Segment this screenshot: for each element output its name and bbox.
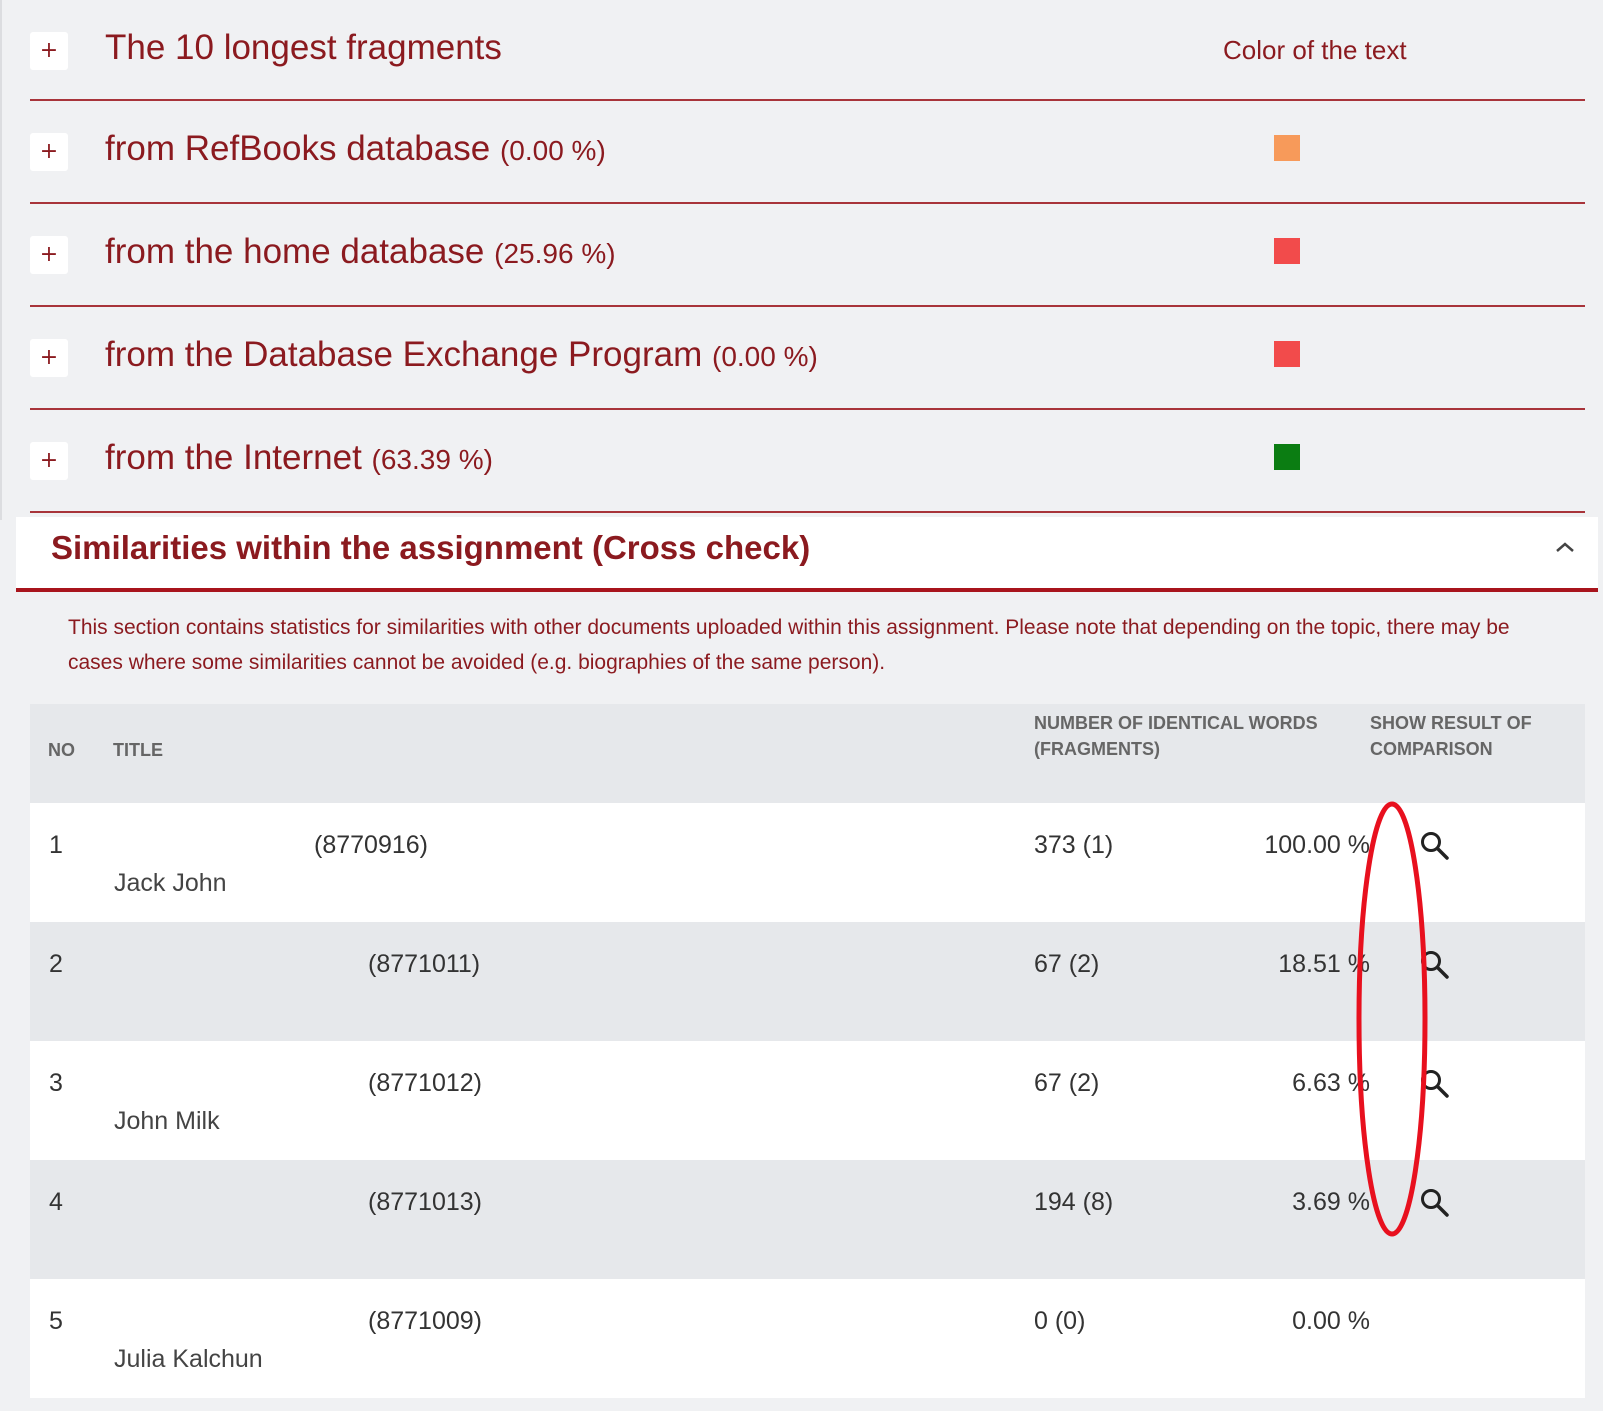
document-id: (8771011) xyxy=(368,950,481,978)
identical-words-count: 67 (2) xyxy=(1034,1069,1100,1097)
chevron-up-icon[interactable] xyxy=(1554,535,1576,560)
document-id: (8771009) xyxy=(368,1307,482,1335)
longest-fragments-title[interactable]: The 10 longest fragments xyxy=(105,28,502,68)
column-header-no: NO xyxy=(48,740,75,760)
fragments-header-row: + The 10 longest fragments Color of the … xyxy=(30,0,1585,101)
expand-exchange-program-button[interactable]: + xyxy=(30,339,68,377)
expand-longest-fragments-button[interactable]: + xyxy=(30,32,68,70)
fragment-source-percent: (63.39 %) xyxy=(371,444,493,475)
fragment-source-name: from the Database Exchange Program xyxy=(105,335,703,374)
fragment-source-name: from the home database xyxy=(105,232,485,271)
column-header-show-result: SHOW RESULT OF COMPARISON xyxy=(1370,713,1532,759)
identical-words-count: 0 (0) xyxy=(1034,1307,1086,1335)
fragment-source-percent: (0.00 %) xyxy=(499,135,606,166)
fragment-source-percent: (0.00 %) xyxy=(712,341,818,372)
expand-home-database-button[interactable]: + xyxy=(30,236,68,274)
magnifier-search-icon[interactable] xyxy=(1418,1186,1452,1220)
fragment-source-label[interactable]: from the home database (25.96 %) xyxy=(105,232,616,272)
cross-check-title: Similarities within the assignment (Cros… xyxy=(51,529,811,566)
fragment-source-row-refbooks: + from RefBooks database (0.00 %) xyxy=(30,101,1585,204)
document-id: (8771012) xyxy=(368,1069,482,1097)
cross-check-table: NO TITLE NUMBER OF IDENTICAL WORDS (FRAG… xyxy=(30,704,1585,1398)
document-id: (8770916) xyxy=(314,831,428,859)
table-row: 2 (8771011) 67 (2) 18.51 % xyxy=(30,922,1585,1041)
similarity-percent: 3.69 % xyxy=(1292,1188,1370,1216)
color-swatch xyxy=(1274,135,1300,161)
magnifier-search-icon[interactable] xyxy=(1418,1067,1452,1101)
fragment-source-row-internet: + from the Internet (63.39 %) xyxy=(30,410,1585,513)
expand-refbooks-button[interactable]: + xyxy=(30,133,68,171)
document-author: Julia Kalchun xyxy=(114,1345,263,1373)
similarity-percent: 100.00 % xyxy=(1264,831,1370,859)
column-header-title: TITLE xyxy=(113,740,163,760)
color-of-text-header: Color of the text xyxy=(1223,35,1407,65)
similarity-percent: 6.63 % xyxy=(1292,1069,1370,1097)
row-number: 2 xyxy=(49,950,63,978)
fragment-source-row-exchange: + from the Database Exchange Program (0.… xyxy=(30,307,1585,410)
fragment-source-name: from RefBooks database xyxy=(105,129,491,168)
document-id: (8771013) xyxy=(368,1188,482,1216)
identical-words-count: 67 (2) xyxy=(1034,950,1100,978)
row-number: 1 xyxy=(49,831,63,859)
row-number: 4 xyxy=(49,1188,63,1216)
color-swatch xyxy=(1274,444,1300,470)
table-row: 3 (8771012) John Milk 67 (2) 6.63 % xyxy=(30,1041,1585,1160)
table-row: 1 (8770916) Jack John 373 (1) 100.00 % xyxy=(30,803,1585,922)
row-number: 5 xyxy=(49,1307,63,1335)
similarity-percent: 18.51 % xyxy=(1278,950,1370,978)
identical-words-count: 373 (1) xyxy=(1034,831,1114,859)
fragment-source-label[interactable]: from RefBooks database (0.00 %) xyxy=(105,129,606,169)
fragment-source-name: from the Internet xyxy=(105,438,362,477)
cross-check-header[interactable]: Similarities within the assignment (Cros… xyxy=(16,517,1598,592)
expand-internet-button[interactable]: + xyxy=(30,442,68,480)
table-row: 5 (8771009) Julia Kalchun 0 (0) 0.00 % xyxy=(30,1279,1585,1398)
magnifier-search-icon[interactable] xyxy=(1418,829,1452,863)
similarity-percent: 0.00 % xyxy=(1292,1307,1370,1335)
color-swatch xyxy=(1274,238,1300,264)
fragment-source-label[interactable]: from the Internet (63.39 %) xyxy=(105,438,493,478)
row-number: 3 xyxy=(49,1069,63,1097)
table-header-row: NO TITLE NUMBER OF IDENTICAL WORDS (FRAG… xyxy=(30,704,1585,803)
identical-words-count: 194 (8) xyxy=(1034,1188,1114,1216)
document-author: Jack John xyxy=(114,869,227,897)
document-author: John Milk xyxy=(114,1107,220,1135)
fragment-source-row-home: + from the home database (25.96 %) xyxy=(30,204,1585,307)
fragment-source-label[interactable]: from the Database Exchange Program (0.00… xyxy=(105,335,818,375)
table-row: 4 (8771013) 194 (8) 3.69 % xyxy=(30,1160,1585,1279)
cross-check-description: This section contains statistics for sim… xyxy=(68,616,1510,674)
left-border xyxy=(0,0,2,520)
magnifier-search-icon[interactable] xyxy=(1418,948,1452,982)
fragment-source-percent: (25.96 %) xyxy=(494,238,616,269)
column-header-identical-words: NUMBER OF IDENTICAL WORDS (FRAGMENTS) xyxy=(1034,713,1318,759)
color-swatch xyxy=(1274,341,1300,367)
fragments-section: + The 10 longest fragments Color of the … xyxy=(30,0,1585,513)
